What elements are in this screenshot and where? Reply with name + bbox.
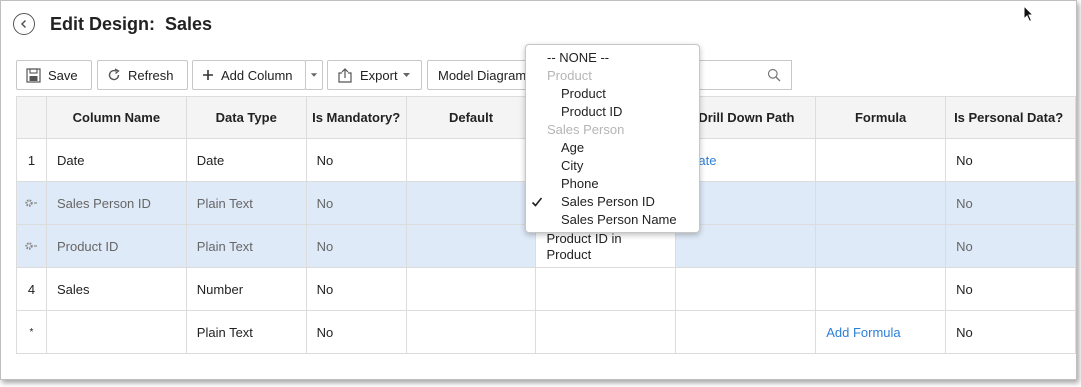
data-type-cell[interactable]: Plain Text bbox=[185, 224, 307, 268]
table-row[interactable]: * Plain Text No Add Formula No bbox=[16, 310, 1076, 354]
table-row[interactable]: 4 Sales Number No No bbox=[16, 267, 1076, 311]
dropdown-option[interactable]: Product ID bbox=[561, 103, 622, 121]
column-header[interactable]: Is Personal Data? bbox=[945, 96, 1076, 139]
row-number: 4 bbox=[16, 267, 47, 311]
column-header[interactable]: Column Name bbox=[45, 96, 187, 139]
dropdown-group-label: Sales Person bbox=[547, 122, 625, 137]
default-cell[interactable] bbox=[405, 224, 537, 268]
default-cell[interactable] bbox=[405, 181, 537, 225]
lookup-dropdown-menu: -- NONE -- Product Product Product ID Sa… bbox=[525, 44, 700, 233]
column-name-cell[interactable]: Product ID bbox=[45, 224, 187, 268]
column-header[interactable]: Formula bbox=[815, 96, 947, 139]
search-icon bbox=[767, 68, 781, 82]
dropdown-option[interactable]: City bbox=[561, 157, 583, 175]
refresh-icon bbox=[108, 68, 120, 81]
default-cell[interactable] bbox=[405, 310, 537, 354]
gear-icon bbox=[25, 198, 38, 207]
row-number: 1 bbox=[16, 138, 47, 182]
mandatory-cell[interactable]: No bbox=[305, 138, 407, 182]
lookup-value: Product ID in Product bbox=[546, 231, 622, 262]
formula-cell[interactable] bbox=[815, 138, 947, 182]
back-arrow-icon bbox=[20, 19, 27, 29]
data-type-cell[interactable]: Plain Text bbox=[185, 310, 307, 354]
save-label: Save bbox=[48, 67, 78, 83]
add-formula-link[interactable]: Add Formula bbox=[815, 310, 947, 354]
model-diagram-label: Model Diagram bbox=[438, 67, 527, 83]
dropdown-option-none[interactable]: -- NONE -- bbox=[547, 49, 609, 67]
refresh-label: Refresh bbox=[128, 67, 174, 83]
column-name-cell[interactable]: Sales bbox=[45, 267, 187, 311]
formula-cell[interactable] bbox=[815, 267, 947, 311]
drill-down-path-cell[interactable] bbox=[675, 310, 817, 354]
default-cell[interactable] bbox=[405, 138, 537, 182]
save-icon bbox=[26, 67, 41, 83]
data-type-cell[interactable]: Plain Text bbox=[185, 181, 307, 225]
row-number: * bbox=[16, 310, 47, 354]
add-column-label: Add Column bbox=[221, 67, 293, 83]
add-column-dropdown-button[interactable] bbox=[305, 60, 323, 90]
mandatory-cell[interactable]: No bbox=[305, 267, 407, 311]
column-name-cell[interactable]: Sales Person ID bbox=[45, 181, 187, 225]
row-gear-cell[interactable] bbox=[16, 181, 47, 225]
formula-cell[interactable] bbox=[815, 181, 947, 225]
add-column-button[interactable]: Add Column bbox=[192, 60, 306, 90]
personal-data-cell[interactable]: No bbox=[945, 138, 1076, 182]
chevron-down-icon bbox=[310, 73, 318, 77]
column-name-cell[interactable] bbox=[45, 310, 187, 354]
personal-data-cell[interactable]: No bbox=[945, 224, 1076, 268]
dropdown-option-selected[interactable]: Sales Person ID bbox=[561, 193, 655, 211]
personal-data-cell[interactable]: No bbox=[945, 181, 1076, 225]
export-button[interactable]: Export bbox=[327, 60, 422, 90]
dropdown-option[interactable]: Phone bbox=[561, 175, 599, 193]
mandatory-cell[interactable]: No bbox=[305, 181, 407, 225]
drill-down-path-cell[interactable] bbox=[675, 267, 817, 311]
lookup-cell[interactable] bbox=[535, 310, 677, 354]
dropdown-option[interactable]: Product bbox=[561, 85, 606, 103]
refresh-button[interactable]: Refresh bbox=[97, 60, 188, 90]
save-button[interactable]: Save bbox=[16, 60, 92, 90]
plus-icon bbox=[203, 70, 213, 80]
mouse-cursor-icon bbox=[1023, 5, 1035, 23]
gear-icon bbox=[25, 241, 38, 250]
export-icon bbox=[338, 67, 352, 83]
dropdown-group-label: Product bbox=[547, 68, 592, 83]
row-gear-cell[interactable] bbox=[16, 224, 47, 268]
formula-cell[interactable] bbox=[815, 224, 947, 268]
mandatory-cell[interactable]: No bbox=[305, 224, 407, 268]
dropdown-option[interactable]: Sales Person Name bbox=[561, 211, 677, 229]
data-type-cell[interactable]: Number bbox=[185, 267, 307, 311]
model-diagram-button[interactable]: Model Diagram bbox=[427, 60, 537, 90]
checkmark-icon bbox=[531, 197, 543, 207]
column-header[interactable]: Default bbox=[405, 96, 537, 139]
row-number-header bbox=[16, 96, 47, 139]
export-label: Export bbox=[360, 67, 398, 83]
personal-data-cell[interactable]: No bbox=[945, 267, 1076, 311]
personal-data-cell[interactable]: No bbox=[945, 310, 1076, 354]
chevron-down-icon bbox=[402, 73, 410, 77]
data-type-cell[interactable]: Date bbox=[185, 138, 307, 182]
page-title: Edit Design: Sales bbox=[50, 14, 213, 34]
dropdown-option[interactable]: Age bbox=[561, 139, 584, 157]
edit-design-window: Edit Design: Sales Save Refresh Add Colu… bbox=[0, 0, 1077, 380]
lookup-cell[interactable] bbox=[535, 267, 677, 311]
column-header[interactable]: Is Mandatory? bbox=[305, 96, 407, 139]
mandatory-cell[interactable]: No bbox=[305, 310, 407, 354]
column-name-cell[interactable]: Date bbox=[45, 138, 187, 182]
default-cell[interactable] bbox=[405, 267, 537, 311]
back-button[interactable] bbox=[13, 13, 35, 35]
column-header[interactable]: Data Type bbox=[185, 96, 307, 139]
